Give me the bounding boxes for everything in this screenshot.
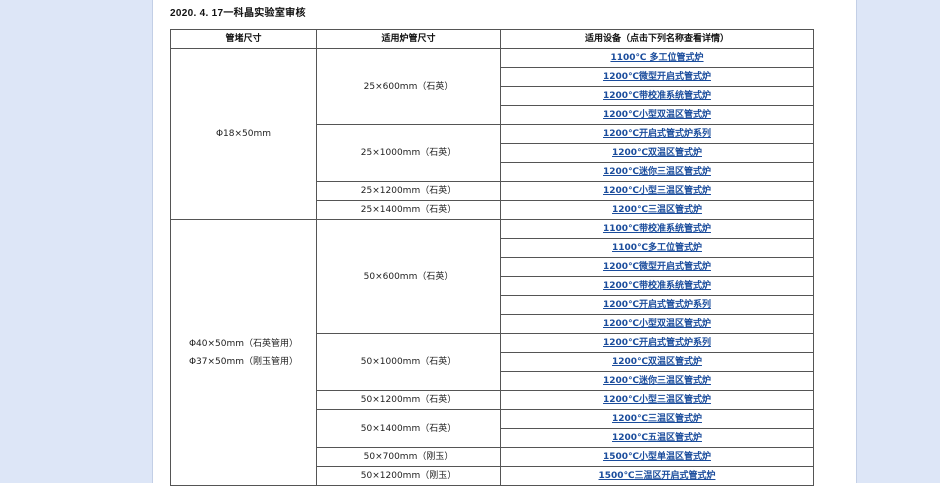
device-cell: 1200℃小型三温区管式炉 (500, 390, 814, 410)
device-cell: 1200℃微型开启式管式炉 (500, 67, 814, 87)
device-cell: 1100℃ 多工位管式炉 (500, 48, 814, 68)
table-row: Φ18×50mm 25×600mm（石英） 1100℃ 多工位管式炉 (170, 48, 814, 220)
device-link[interactable]: 1200℃开启式管式炉系列 (603, 338, 711, 348)
tube-size-cell: 50×700mm（刚玉） (316, 447, 501, 467)
device-link[interactable]: 1200℃双温区管式炉 (612, 357, 702, 367)
device-link[interactable]: 1200℃小型双温区管式炉 (603, 319, 711, 329)
device-link[interactable]: 1200℃开启式管式炉系列 (603, 129, 711, 139)
device-cell: 1200℃迷你三温区管式炉 (500, 371, 814, 391)
device-cell: 1200℃迷你三温区管式炉 (500, 162, 814, 182)
device-cell: 1200℃双温区管式炉 (500, 143, 814, 163)
device-cell: 1200℃带校准系统管式炉 (500, 86, 814, 106)
tube-size-cell: 25×1200mm（石英） (316, 181, 501, 201)
device-cell: 1200℃小型双温区管式炉 (500, 314, 814, 334)
tube-size-cell: 25×600mm（石英） (316, 48, 501, 125)
device-cell: 1200℃开启式管式炉系列 (500, 124, 814, 144)
device-link[interactable]: 1200℃开启式管式炉系列 (603, 300, 711, 310)
device-cell: 1200℃微型开启式管式炉 (500, 257, 814, 277)
header-tube-size: 适用炉管尺寸 (316, 29, 501, 49)
device-link[interactable]: 1200℃三温区管式炉 (612, 205, 702, 215)
device-link[interactable]: 1100℃ 多工位管式炉 (610, 53, 703, 63)
device-link[interactable]: 1200℃微型开启式管式炉 (603, 262, 711, 272)
table-row: Φ40×50mm（石英管用） Φ37×50mm（刚玉管用） 50×600mm（石英）… (170, 219, 814, 486)
right-sidebar (856, 0, 940, 483)
device-link[interactable]: 1500℃小型单温区管式炉 (603, 452, 711, 462)
header-devices: 适用设备（点击下列名称查看详情） (500, 29, 814, 49)
tube-size-cell: 25×1000mm（石英） (316, 124, 501, 182)
tube-size-cell: 50×1400mm（石英） (316, 409, 501, 448)
device-link[interactable]: 1200℃五温区管式炉 (612, 433, 702, 443)
device-cell: 1200℃带校准系统管式炉 (500, 276, 814, 296)
device-link[interactable]: 1200℃小型三温区管式炉 (603, 186, 711, 196)
device-cell: 1500℃小型单温区管式炉 (500, 447, 814, 467)
tube-size-cell: 50×1000mm（石英） (316, 333, 501, 391)
device-link[interactable]: 1200℃微型开启式管式炉 (603, 72, 711, 82)
device-link[interactable]: 1200℃三温区管式炉 (612, 414, 702, 424)
device-link[interactable]: 1100℃带校准系统管式炉 (603, 224, 711, 234)
table-header-row: 管堵尺寸 适用炉管尺寸 适用设备（点击下列名称查看详情） (170, 29, 814, 49)
plug-size-label: Φ18×50mm (215, 129, 272, 139)
device-cell: 1200℃双温区管式炉 (500, 352, 814, 372)
device-link[interactable]: 1200℃迷你三温区管式炉 (603, 167, 711, 177)
device-cell: 1200℃开启式管式炉系列 (500, 333, 814, 353)
device-link[interactable]: 1500℃三温区开启式管式炉 (599, 471, 716, 481)
plug-size-cell: Φ18×50mm (170, 48, 317, 220)
tube-size-cell: 25×1400mm（石英） (316, 200, 501, 220)
device-cell: 1100℃多工位管式炉 (500, 238, 814, 258)
device-link[interactable]: 1200℃小型三温区管式炉 (603, 395, 711, 405)
plug-size-label: Φ40×50mm（石英管用） (188, 338, 299, 349)
device-cell: 1200℃小型三温区管式炉 (500, 181, 814, 201)
device-link[interactable]: 1200℃迷你三温区管式炉 (603, 376, 711, 386)
tube-size-cell: 50×1200mm（石英） (316, 390, 501, 410)
device-cell: 1200℃开启式管式炉系列 (500, 295, 814, 315)
device-link[interactable]: 1200℃双温区管式炉 (612, 148, 702, 158)
plug-size-cell: Φ40×50mm（石英管用） Φ37×50mm（刚玉管用） (170, 219, 317, 486)
device-cell: 1200℃三温区管式炉 (500, 409, 814, 429)
plug-size-label: Φ37×50mm（刚玉管用） (188, 356, 299, 367)
tube-size-cell: 50×600mm（石英） (316, 219, 501, 334)
device-cell: 1200℃五温区管式炉 (500, 428, 814, 448)
left-sidebar (0, 0, 153, 483)
device-cell: 1200℃小型双温区管式炉 (500, 105, 814, 125)
header-plug-size: 管堵尺寸 (170, 29, 317, 49)
device-link[interactable]: 1100℃多工位管式炉 (612, 243, 702, 253)
compatibility-table: 管堵尺寸 适用炉管尺寸 适用设备（点击下列名称查看详情） Φ18×50mm 25×… (170, 29, 814, 486)
device-link[interactable]: 1200℃带校准系统管式炉 (603, 91, 711, 101)
device-cell: 1100℃带校准系统管式炉 (500, 219, 814, 239)
device-link[interactable]: 1200℃小型双温区管式炉 (603, 110, 711, 120)
main-content: 2020. 4. 17一科晶实验室审核 管堵尺寸 适用炉管尺寸 适用设备（点击下… (153, 0, 856, 486)
device-link[interactable]: 1200℃带校准系统管式炉 (603, 281, 711, 291)
device-cell: 1200℃三温区管式炉 (500, 200, 814, 220)
review-stamp: 2020. 4. 17一科晶实验室审核 (170, 8, 306, 19)
